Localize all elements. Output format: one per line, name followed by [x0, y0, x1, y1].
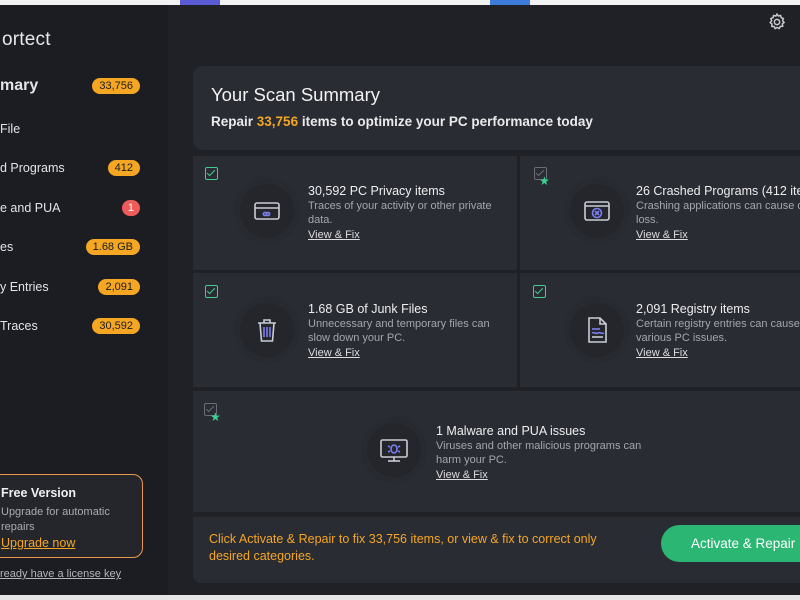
junk-checkbox[interactable] — [205, 285, 218, 298]
card-title: 26 Crashed Programs (412 item — [636, 184, 800, 198]
sidebar-item-label: y Entries — [0, 280, 49, 294]
card-description: Traces of your activity or other private… — [308, 200, 492, 226]
card-description: Viruses and other malicious programs can… — [436, 440, 642, 466]
sidebar-item-label: Traces — [0, 319, 38, 333]
summary-sub-prefix: Repair — [211, 114, 257, 129]
card-description: Certain registry entries can cause vario… — [636, 318, 800, 344]
app-window: ortect mary 33,756 File d Programs 412 e… — [0, 5, 800, 595]
card-title: 30,592 PC Privacy items — [308, 184, 445, 198]
sidebar-item-label: mary — [0, 77, 39, 94]
footer-message: Click Activate & Repair to fix 33,756 it… — [209, 532, 597, 563]
registry-file-icon — [570, 303, 624, 357]
taskbar-strip — [0, 595, 800, 600]
sidebar-item-junk-files[interactable]: es 1.68 GB — [0, 232, 168, 262]
sidebar-item-summary[interactable]: mary 33,756 — [0, 71, 168, 101]
sidebar-item-label: d Programs — [0, 161, 65, 175]
upgrade-now-link[interactable]: Upgrade now — [1, 536, 75, 550]
count-badge: 1 — [121, 200, 140, 216]
sidebar-item-privacy-traces[interactable]: Traces 30,592 — [0, 311, 168, 341]
view-fix-link[interactable]: View & Fix — [308, 347, 360, 359]
count-badge: 412 — [107, 160, 140, 176]
license-key-link[interactable]: ready have a license key — [0, 568, 121, 580]
card-title: 1.68 GB of Junk Files — [308, 302, 428, 316]
sidebar-item-registry-entries[interactable]: y Entries 2,091 — [0, 272, 168, 302]
registry-checkbox[interactable] — [533, 285, 546, 298]
sidebar-item-label: e and PUA — [0, 201, 61, 215]
summary-subtitle: Repair 33,756 items to optimize your PC … — [211, 114, 593, 129]
card-description: Crashing applications can cause da loss. — [636, 200, 800, 226]
sidebar-item-label: File — [0, 122, 21, 136]
count-badge: 1.68 GB — [85, 239, 140, 255]
sidebar-item-crashed-programs[interactable]: d Programs 412 — [0, 153, 168, 183]
summary-count: 33,756 — [256, 114, 299, 129]
credit-card-icon — [240, 184, 294, 238]
view-fix-link[interactable]: View & Fix — [308, 229, 360, 241]
view-fix-link[interactable]: View & Fix — [436, 469, 488, 481]
sidebar: ortect mary 33,756 File d Programs 412 e… — [0, 5, 168, 595]
scan-summary-header: Your Scan Summary Repair 33,756 items to… — [193, 66, 800, 150]
count-badge: 30,592 — [92, 318, 140, 334]
privacy-items-card: 30,592 PC Privacy items Traces of your a… — [193, 156, 517, 270]
star-icon: ★ — [539, 174, 550, 188]
registry-items-card: 2,091 Registry items Certain registry en… — [520, 273, 800, 387]
sidebar-item-privacy-file[interactable]: File — [0, 114, 168, 144]
card-title: 2,091 Registry items — [636, 302, 750, 316]
activate-repair-button[interactable]: Activate & Repair — [661, 525, 800, 562]
view-fix-link[interactable]: View & Fix — [636, 347, 688, 359]
promo-description: Upgrade for automatic repairs — [1, 506, 110, 533]
promo-title: Free Version — [1, 486, 77, 500]
count-badge: 33,756 — [92, 78, 140, 94]
upgrade-promo-box: Free Version Upgrade for automatic repai… — [0, 474, 143, 558]
card-title: 1 Malware and PUA issues — [436, 424, 586, 438]
app-logo: ortect — [2, 29, 51, 50]
sidebar-item-malware-pua[interactable]: e and PUA 1 — [0, 193, 168, 223]
view-fix-link[interactable]: View & Fix — [636, 229, 688, 241]
card-description: Unnecessary and temporary files can slow… — [308, 318, 490, 344]
junk-files-card: 1.68 GB of Junk Files Unnecessary and te… — [193, 273, 517, 387]
malware-pua-card: ★ 1 Malware and PUA issues Viruses and o… — [193, 391, 800, 512]
page-title: Your Scan Summary — [211, 84, 380, 105]
sidebar-item-label: es — [0, 240, 14, 254]
gear-icon[interactable] — [767, 12, 787, 32]
malware-monitor-icon — [367, 423, 421, 477]
count-badge: 2,091 — [98, 279, 140, 295]
privacy-checkbox[interactable] — [205, 167, 218, 180]
star-icon: ★ — [210, 410, 221, 424]
crashed-programs-card: ★ 26 Crashed Programs (412 item Crashing… — [520, 156, 800, 270]
trash-icon — [240, 303, 294, 357]
crashed-window-icon — [570, 184, 624, 238]
summary-sub-suffix: items to optimize your PC performance to… — [298, 114, 593, 129]
